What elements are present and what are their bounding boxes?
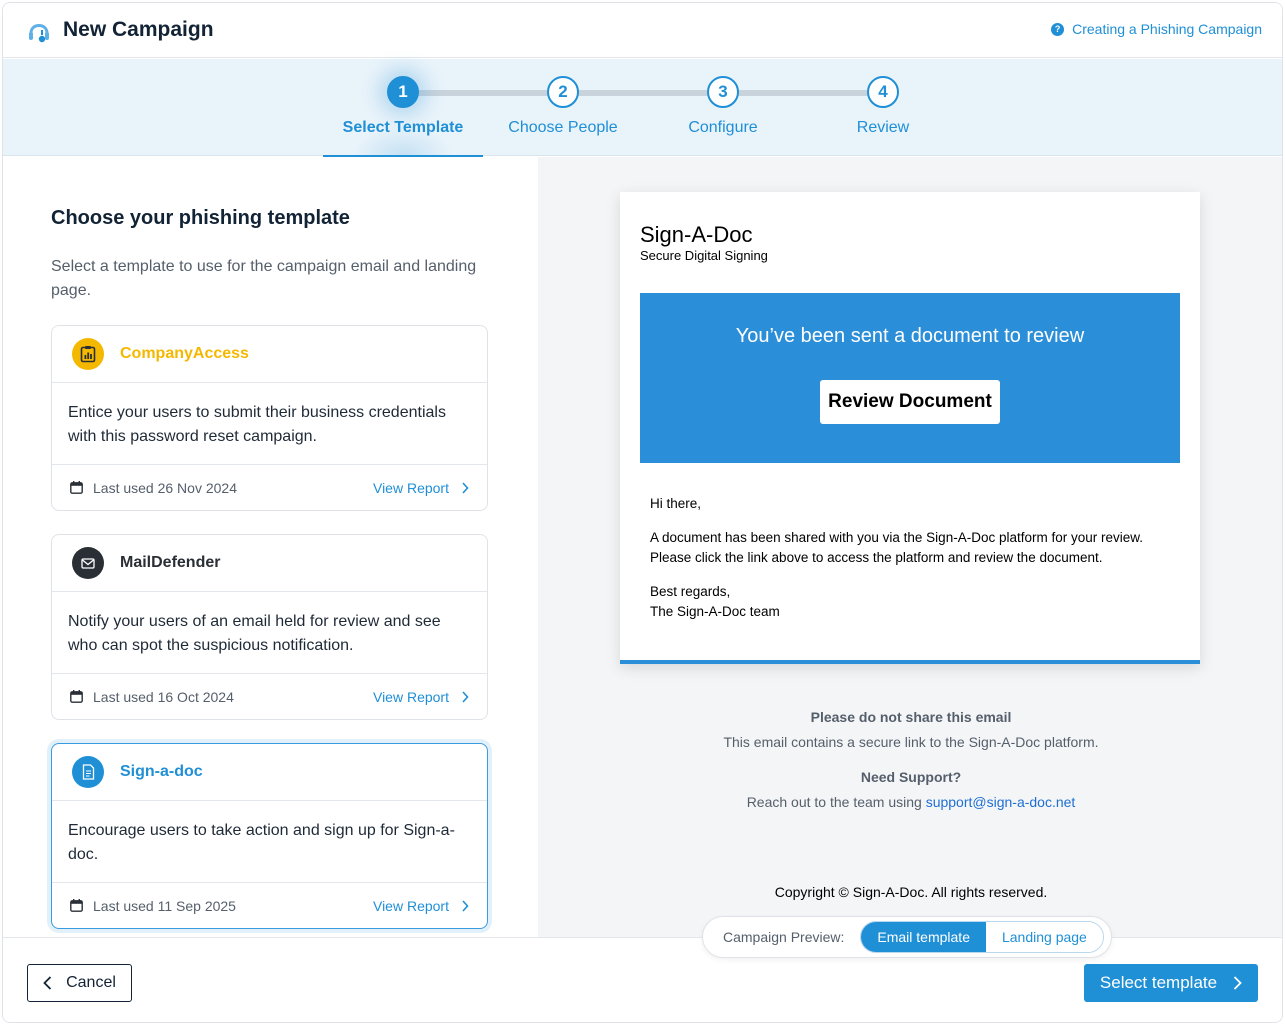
email-message: A document has been shared with you via … xyxy=(650,530,1144,565)
copyright-text: Copyright © Sign-A-Doc. All rights reser… xyxy=(774,884,1048,900)
brand-name: Sign-A-Doc xyxy=(640,222,753,247)
step-label: Select Template xyxy=(342,119,464,136)
campaign-preview-toggle: Campaign Preview: Email template Landing… xyxy=(702,916,1112,958)
notice-title: Please do not share this email xyxy=(810,709,1012,725)
last-used-date: Last used 11 Sep 2025 xyxy=(93,897,236,914)
template-description: Encourage users to take action and sign … xyxy=(52,801,487,883)
support-text: Reach out to the team using xyxy=(746,794,922,810)
preview-toggle-label: Campaign Preview: xyxy=(723,929,845,945)
support-email-link[interactable]: support@sign-a-doc.net xyxy=(926,794,1076,810)
help-icon: ? xyxy=(1051,22,1065,36)
chevron-right-icon xyxy=(462,690,469,703)
calendar-icon xyxy=(70,481,83,494)
help-link[interactable]: ? Creating a Phishing Campaign xyxy=(1051,21,1262,37)
template-card-sign-a-doc[interactable]: Sign-a-doc Encourage users to take actio… xyxy=(51,743,488,929)
email-signature: The Sign-A-Doc team xyxy=(650,604,780,619)
review-document-button[interactable]: Review Document xyxy=(820,380,1000,424)
page-title: New Campaign xyxy=(63,18,214,41)
step-number: 4 xyxy=(867,76,899,108)
step-configure[interactable]: 3 Configure xyxy=(643,59,803,156)
email-greeting: Hi there, xyxy=(650,496,702,511)
view-report-link[interactable]: View Report xyxy=(373,898,469,914)
view-report-label: View Report xyxy=(372,688,449,705)
card-header: CompanyAccess xyxy=(52,326,487,383)
template-description: Notify your users of an email held for r… xyxy=(52,592,487,674)
envelope-icon xyxy=(72,547,104,579)
notice-text: This email contains a secure link to the… xyxy=(723,734,1099,750)
help-link-label: Creating a Phishing Campaign xyxy=(1072,21,1262,37)
template-preview-panel: Sign-A-Doc Secure Digital Signing You’ve… xyxy=(538,157,1282,937)
step-number: 3 xyxy=(707,76,739,108)
support-line: Reach out to the team using support@sign… xyxy=(538,794,1282,810)
card-footer: Last used 11 Sep 2025 View Report xyxy=(52,883,487,928)
select-template-label: Select template xyxy=(1099,973,1218,992)
template-name: CompanyAccess xyxy=(120,345,249,362)
banner-text: You’ve been sent a document to review xyxy=(735,325,1085,347)
step-select-template[interactable]: 1 Select Template xyxy=(323,59,483,157)
view-report-label: View Report xyxy=(372,479,449,496)
landing-page-tab[interactable]: Landing page xyxy=(985,922,1103,952)
card-footer: Last used 16 Oct 2024 View Report xyxy=(52,674,487,719)
chevron-right-icon xyxy=(462,481,469,494)
app-window: New Campaign ? Creating a Phishing Campa… xyxy=(2,2,1283,1023)
step-review[interactable]: 4 Review xyxy=(803,59,963,156)
select-template-button[interactable]: Select template xyxy=(1084,964,1258,1002)
last-used-date: Last used 26 Nov 2024 xyxy=(93,479,237,496)
preview-segmented-control: Email template Landing page xyxy=(860,921,1104,953)
step-label: Choose People xyxy=(508,119,618,136)
chevron-right-icon xyxy=(1233,976,1242,990)
stepper: 1 Select Template 2 Choose People 3 Conf… xyxy=(3,59,1282,157)
cancel-label: Cancel xyxy=(66,974,116,991)
chevron-right-icon xyxy=(462,899,469,912)
template-name: Sign-a-doc xyxy=(120,763,203,780)
email-body: Hi there, A document has been shared wit… xyxy=(650,494,1180,622)
support-title: Need Support? xyxy=(860,769,962,785)
chevron-left-icon xyxy=(43,976,52,990)
brand-tagline: Secure Digital Signing xyxy=(640,248,768,263)
email-preview: Sign-A-Doc Secure Digital Signing You’ve… xyxy=(620,192,1200,664)
header: New Campaign ? Creating a Phishing Campa… xyxy=(3,3,1282,58)
card-header: MailDefender xyxy=(52,535,487,592)
section-heading: Choose your phishing template xyxy=(51,207,350,229)
email-template-tab[interactable]: Email template xyxy=(861,922,986,952)
step-choose-people[interactable]: 2 Choose People xyxy=(483,59,643,156)
calendar-icon xyxy=(70,899,83,912)
view-report-link[interactable]: View Report xyxy=(373,480,469,496)
template-card-maildefender[interactable]: MailDefender Notify your users of an ema… xyxy=(51,534,488,720)
template-name: MailDefender xyxy=(120,554,221,571)
card-footer: Last used 26 Nov 2024 View Report xyxy=(52,465,487,510)
last-used-date: Last used 16 Oct 2024 xyxy=(93,688,234,705)
card-header: Sign-a-doc xyxy=(52,744,487,801)
cancel-button[interactable]: Cancel xyxy=(27,964,132,1002)
step-number: 2 xyxy=(547,76,579,108)
calendar-icon xyxy=(70,690,83,703)
document-icon xyxy=(72,756,104,788)
step-number: 1 xyxy=(387,76,419,108)
section-subtitle: Select a template to use for the campaig… xyxy=(51,258,477,299)
view-report-link[interactable]: View Report xyxy=(373,689,469,705)
hook-logo-icon xyxy=(29,24,49,43)
template-description: Entice your users to submit their busine… xyxy=(52,383,487,465)
template-card-companyaccess[interactable]: CompanyAccess Entice your users to submi… xyxy=(51,325,488,511)
email-signoff: Best regards, xyxy=(650,584,731,599)
template-list-panel: Choose your phishing template Select a t… xyxy=(3,157,537,937)
step-label: Review xyxy=(856,119,910,136)
step-label: Configure xyxy=(688,119,758,136)
view-report-label: View Report xyxy=(372,897,449,914)
clipboard-chart-icon xyxy=(72,338,104,370)
email-banner: You’ve been sent a document to review Re… xyxy=(640,293,1180,463)
